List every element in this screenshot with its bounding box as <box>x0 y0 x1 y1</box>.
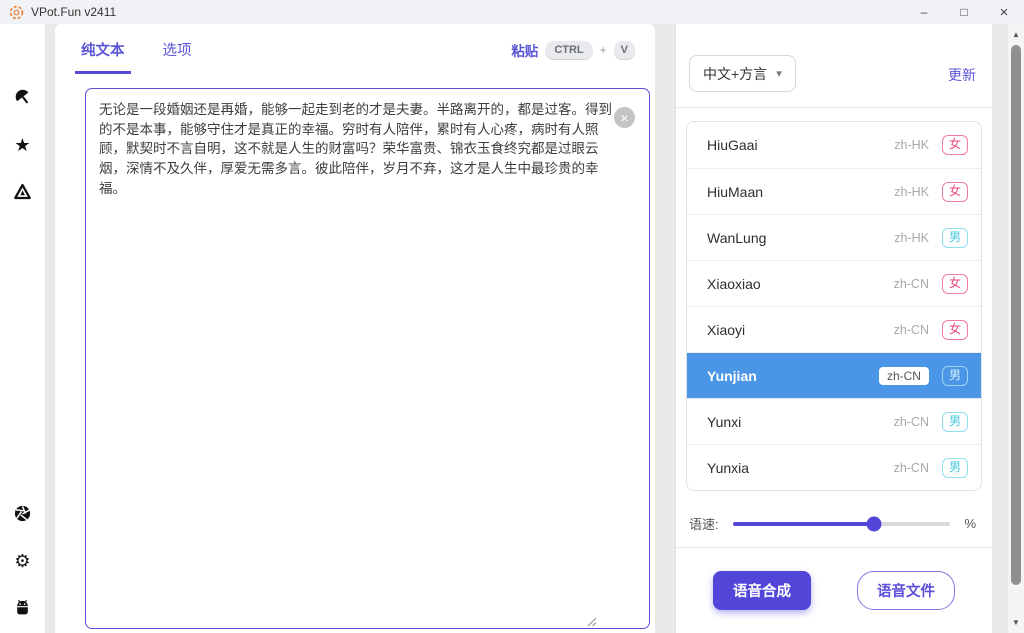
left-sidebar: ★ ⚙ <box>0 24 46 633</box>
voice-name: Yunxi <box>707 414 741 430</box>
paste-button[interactable]: 粘贴 <box>511 40 538 60</box>
mountain-icon[interactable] <box>13 182 32 201</box>
app-logo-icon <box>9 5 24 20</box>
synthesize-button[interactable]: 语音合成 <box>713 571 811 610</box>
voice-gender-badge: 女 <box>942 274 968 294</box>
voice-panel-header: 中文+方言 ▾ 更新 <box>676 24 992 108</box>
aperture-icon[interactable] <box>13 504 32 523</box>
speed-slider-section: 语速: % <box>676 500 992 548</box>
voice-row[interactable]: WanLung zh-HK 男 <box>687 214 981 260</box>
speed-slider-thumb[interactable] <box>867 516 882 531</box>
star-icon[interactable]: ★ <box>13 135 32 154</box>
voice-list: HiuGaai zh-HK 女 HiuMaan zh-HK 女 WanLung … <box>686 121 982 491</box>
title-bar: VPot.Fun v2411 – □ × <box>0 0 1024 24</box>
voice-row[interactable]: Yunxia zh-CN 男 <box>687 444 981 490</box>
speed-unit: % <box>964 516 976 531</box>
voice-file-button[interactable]: 语音文件 <box>857 571 955 610</box>
plus-separator: + <box>600 43 607 57</box>
voice-locale-badge: zh-CN <box>879 367 929 385</box>
scrollbar-thumb[interactable] <box>1011 45 1021 585</box>
voice-category-select[interactable]: 中文+方言 ▾ <box>689 55 796 92</box>
voice-name: Xiaoyi <box>707 322 745 338</box>
speed-label: 语速: <box>689 514 719 533</box>
voice-name: Xiaoxiao <box>707 276 761 292</box>
ctrl-key-badge: CTRL <box>545 41 592 59</box>
voice-locale-badge: zh-HK <box>894 231 929 245</box>
action-buttons-row: 语音合成 语音文件 <box>676 548 992 633</box>
speed-slider-fill <box>733 522 875 526</box>
voice-gender-badge: 男 <box>942 228 968 248</box>
speed-slider-track[interactable] <box>733 522 951 526</box>
voice-locale-badge: zh-CN <box>894 323 929 337</box>
android-icon[interactable] <box>13 598 32 617</box>
window-title: VPot.Fun v2411 <box>31 5 116 19</box>
voice-name: Yunxia <box>707 460 749 476</box>
editor-tabbar: 纯文本 选项 粘贴 CTRL + V <box>55 24 655 74</box>
voice-gender-badge: 女 <box>942 135 968 155</box>
voice-row[interactable]: Xiaoyi zh-CN 女 <box>687 306 981 352</box>
scroll-up-icon[interactable]: ▲ <box>1008 30 1024 39</box>
voice-gender-badge: 男 <box>942 458 968 478</box>
chevron-down-icon: ▾ <box>776 67 782 80</box>
voice-gender-badge: 男 <box>942 412 968 432</box>
voice-locale-badge: zh-CN <box>894 415 929 429</box>
sidebar-bottom-group: ⚙ <box>13 504 32 617</box>
voice-category-value: 中文+方言 <box>703 64 767 84</box>
voice-locale-badge: zh-HK <box>894 138 929 152</box>
voice-row[interactable]: HiuGaai zh-HK 女 <box>687 122 981 168</box>
editor-panel: 纯文本 选项 粘贴 CTRL + V 无论是一段婚姻还是再婚，能够一起走到老的才… <box>55 24 655 633</box>
v-key-badge: V <box>614 41 635 59</box>
gear-icon[interactable]: ⚙ <box>13 551 32 570</box>
update-link[interactable]: 更新 <box>948 65 976 85</box>
voice-locale-badge: zh-CN <box>894 461 929 475</box>
voice-locale-badge: zh-CN <box>894 277 929 291</box>
vertical-scrollbar: ▲ ▼ <box>1008 24 1024 633</box>
close-button[interactable]: × <box>984 0 1024 24</box>
text-input[interactable]: 无论是一段婚姻还是再婚，能够一起走到老的才是夫妻。半路离开的，都是过客。得到的不… <box>86 89 649 628</box>
voice-name: Yunjian <box>707 368 757 384</box>
voice-gender-badge: 女 <box>942 182 968 202</box>
minimize-button[interactable]: – <box>904 0 944 24</box>
maximize-button[interactable]: □ <box>944 0 984 24</box>
voice-row[interactable]: Yunxi zh-CN 男 <box>687 398 981 444</box>
voice-gender-badge: 女 <box>942 320 968 340</box>
sidebar-top-group: ★ <box>13 88 32 201</box>
clear-text-icon[interactable]: × <box>614 107 635 128</box>
tab-options[interactable]: 选项 <box>157 39 198 74</box>
text-input-container: 无论是一段婚姻还是再婚，能够一起走到老的才是夫妻。半路离开的，都是过客。得到的不… <box>85 88 650 629</box>
voice-row[interactable]: Xiaoxiao zh-CN 女 <box>687 260 981 306</box>
voice-row[interactable]: HiuMaan zh-HK 女 <box>687 168 981 214</box>
voice-row[interactable]: Yunjian zh-CN 男 <box>687 352 981 398</box>
voice-panel: 中文+方言 ▾ 更新 HiuGaai zh-HK 女 HiuMaan zh-HK… <box>675 24 992 633</box>
window-controls: – □ × <box>904 0 1024 24</box>
scroll-down-icon[interactable]: ▼ <box>1008 618 1024 627</box>
resize-handle-icon[interactable] <box>586 614 597 625</box>
voice-locale-badge: zh-HK <box>894 185 929 199</box>
voice-name: WanLung <box>707 230 766 246</box>
voice-name: HiuGaai <box>707 137 758 153</box>
voice-name: HiuMaan <box>707 184 763 200</box>
tab-plain-text[interactable]: 纯文本 <box>75 39 131 74</box>
paste-shortcut-area: 粘贴 CTRL + V <box>511 40 635 74</box>
beach-umbrella-icon[interactable] <box>13 88 32 107</box>
voice-gender-badge: 男 <box>942 366 968 386</box>
